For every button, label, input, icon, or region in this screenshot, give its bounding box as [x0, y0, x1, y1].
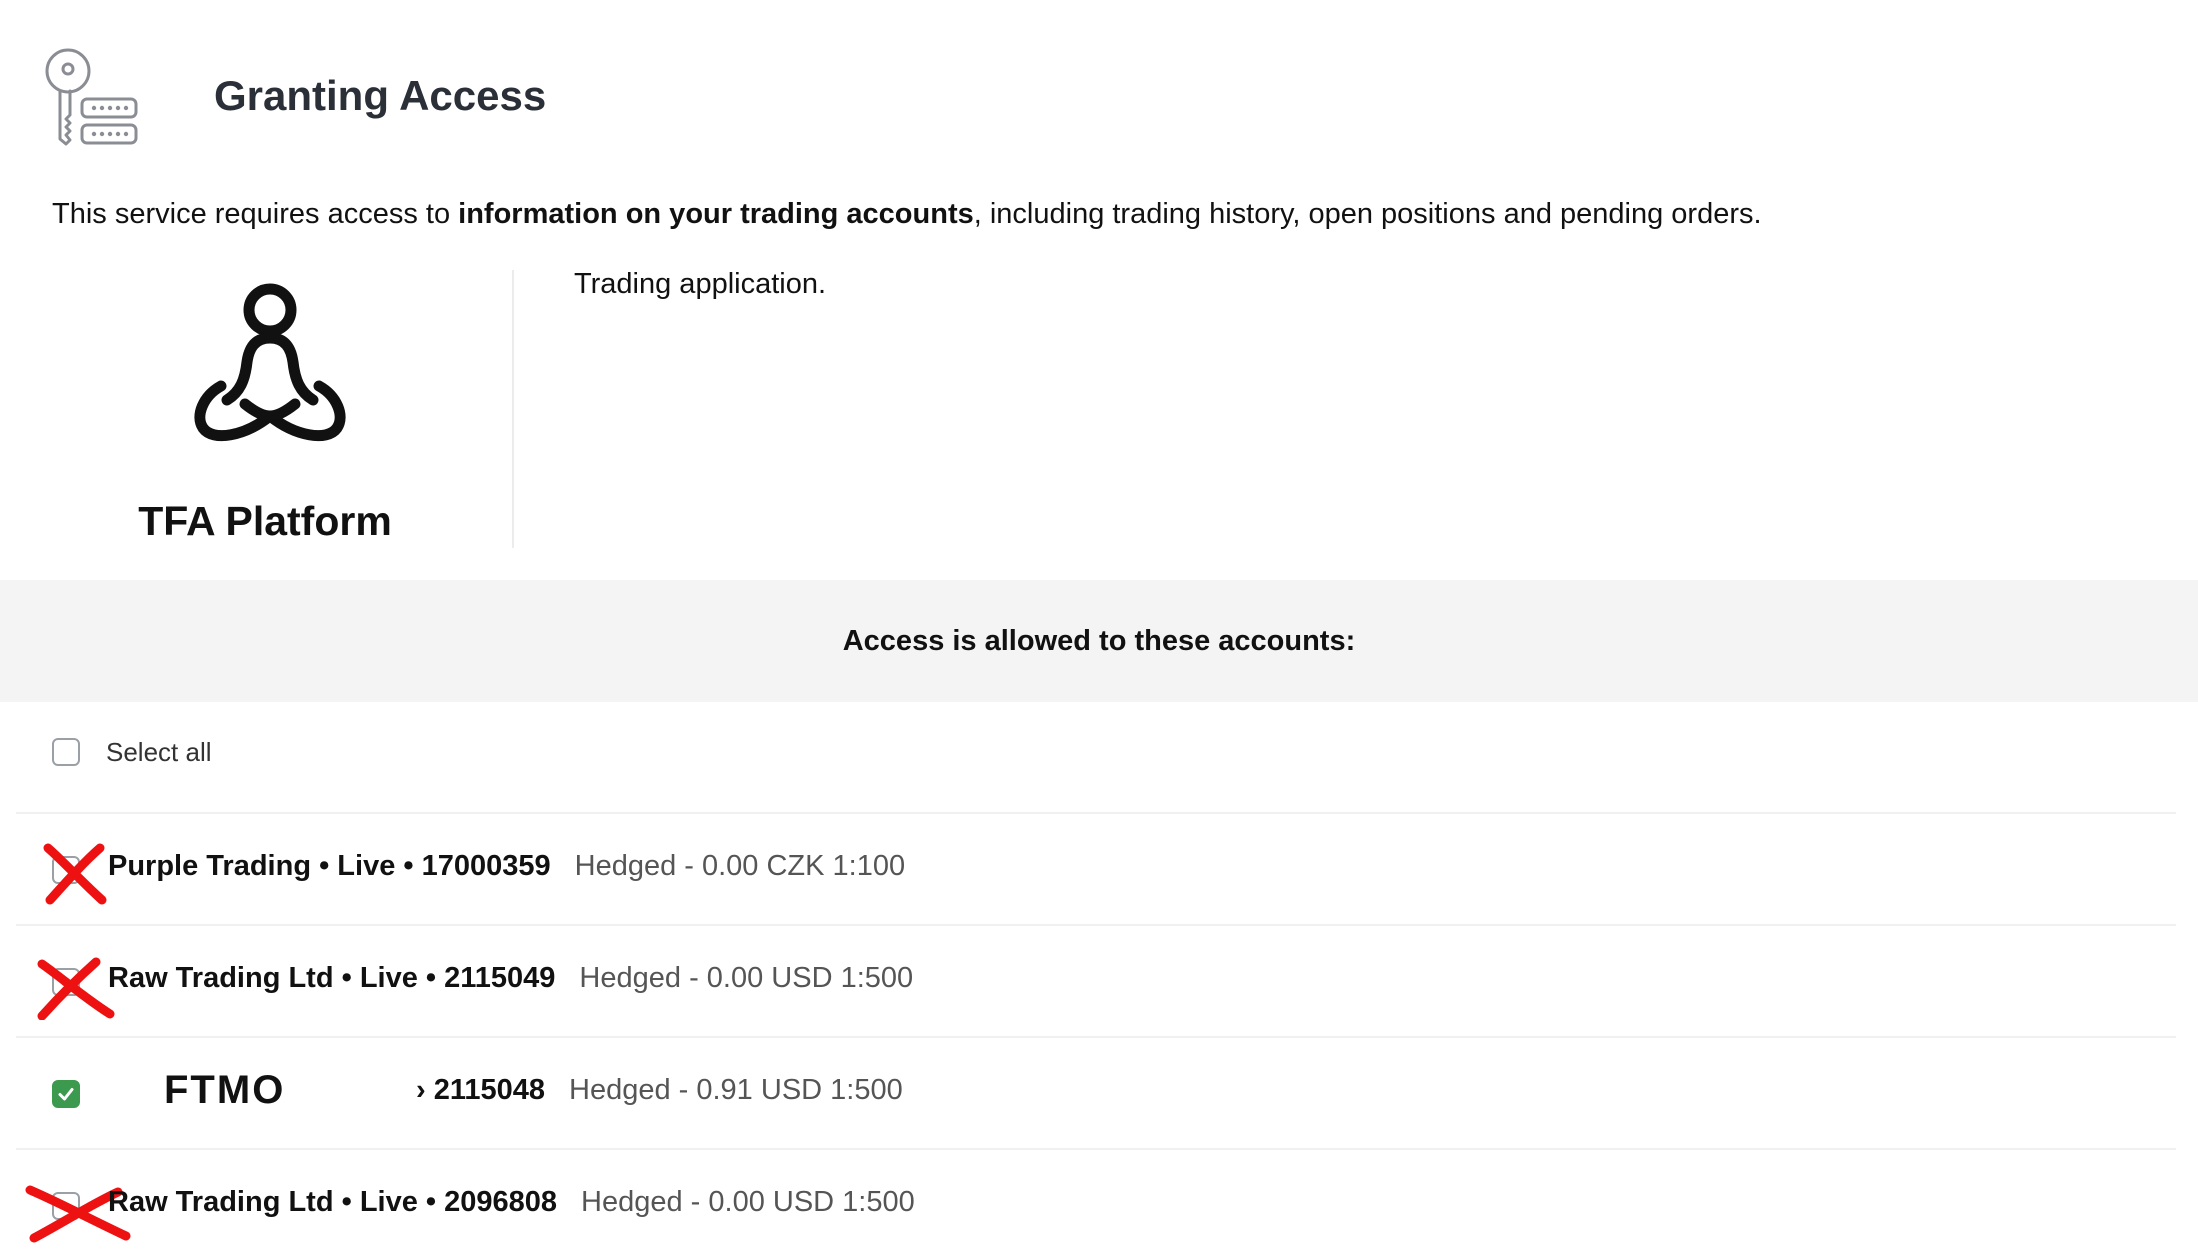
vertical-divider	[512, 270, 514, 548]
account-name: Purple Trading • Live • 17000359	[108, 850, 551, 882]
intro-text: This service requires access to informat…	[52, 198, 1762, 231]
page-title: Granting Access	[214, 72, 547, 119]
select-all-label: Select all	[106, 736, 212, 767]
account-row[interactable]: Raw Trading Ltd • Live • 2115049 Hedged …	[16, 924, 2176, 1036]
account-details: Hedged - 0.00 USD 1:500	[579, 962, 914, 994]
intro-bold: information on your trading accounts	[458, 198, 974, 230]
app-name: TFA Platform	[138, 498, 392, 544]
account-list: Purple Trading • Live • 17000359 Hedged …	[16, 812, 2176, 1254]
app-description: Trading application.	[574, 268, 827, 300]
ftmo-logo: FTMO	[164, 1068, 286, 1112]
intro-suffix: , including trading history, open positi…	[973, 198, 1762, 230]
account-info: Raw Trading Ltd • Live • 2096808 Hedged …	[108, 1186, 915, 1219]
account-row[interactable]: Raw Trading Ltd • Live • 2096808 Hedged …	[16, 1148, 2176, 1254]
banner-text: Access is allowed to these accounts:	[842, 624, 1356, 657]
account-row[interactable]: FTMO › 2115048 Hedged - 0.91 USD 1:500	[16, 1036, 2176, 1148]
account-info: Purple Trading • Live • 17000359 Hedged …	[108, 850, 905, 883]
select-all-checkbox[interactable]	[52, 738, 80, 766]
account-name: Raw Trading Ltd • Live • 2115049	[108, 962, 556, 994]
account-name: Raw Trading Ltd • Live • 2096808	[108, 1186, 558, 1218]
account-info: Raw Trading Ltd • Live • 2115049 Hedged …	[108, 962, 913, 995]
account-name: › 2115048	[416, 1074, 546, 1106]
granting-access-page: Granting Access This service requires ac…	[0, 0, 2198, 1254]
account-details: Hedged - 0.91 USD 1:500	[569, 1074, 903, 1106]
account-details: Hedged - 0.00 USD 1:500	[581, 1186, 915, 1218]
select-all-row[interactable]: Select all	[52, 734, 212, 770]
account-checkbox[interactable]	[52, 1080, 80, 1108]
app-card: TFA Platform	[40, 270, 514, 548]
key-server-icon	[45, 48, 138, 146]
check-icon	[58, 1088, 74, 1101]
account-info: › 2115048 Hedged - 0.91 USD 1:500	[416, 1074, 903, 1107]
intro-prefix: This service requires access to	[52, 198, 459, 230]
accounts-banner: Access is allowed to these accounts:	[0, 580, 2198, 702]
header	[40, 44, 144, 154]
account-details: Hedged - 0.00 CZK 1:100	[574, 850, 906, 882]
red-cross-mark-icon	[43, 843, 107, 905]
account-row[interactable]: Purple Trading • Live • 17000359 Hedged …	[16, 812, 2176, 924]
meditation-person-icon	[194, 283, 346, 442]
